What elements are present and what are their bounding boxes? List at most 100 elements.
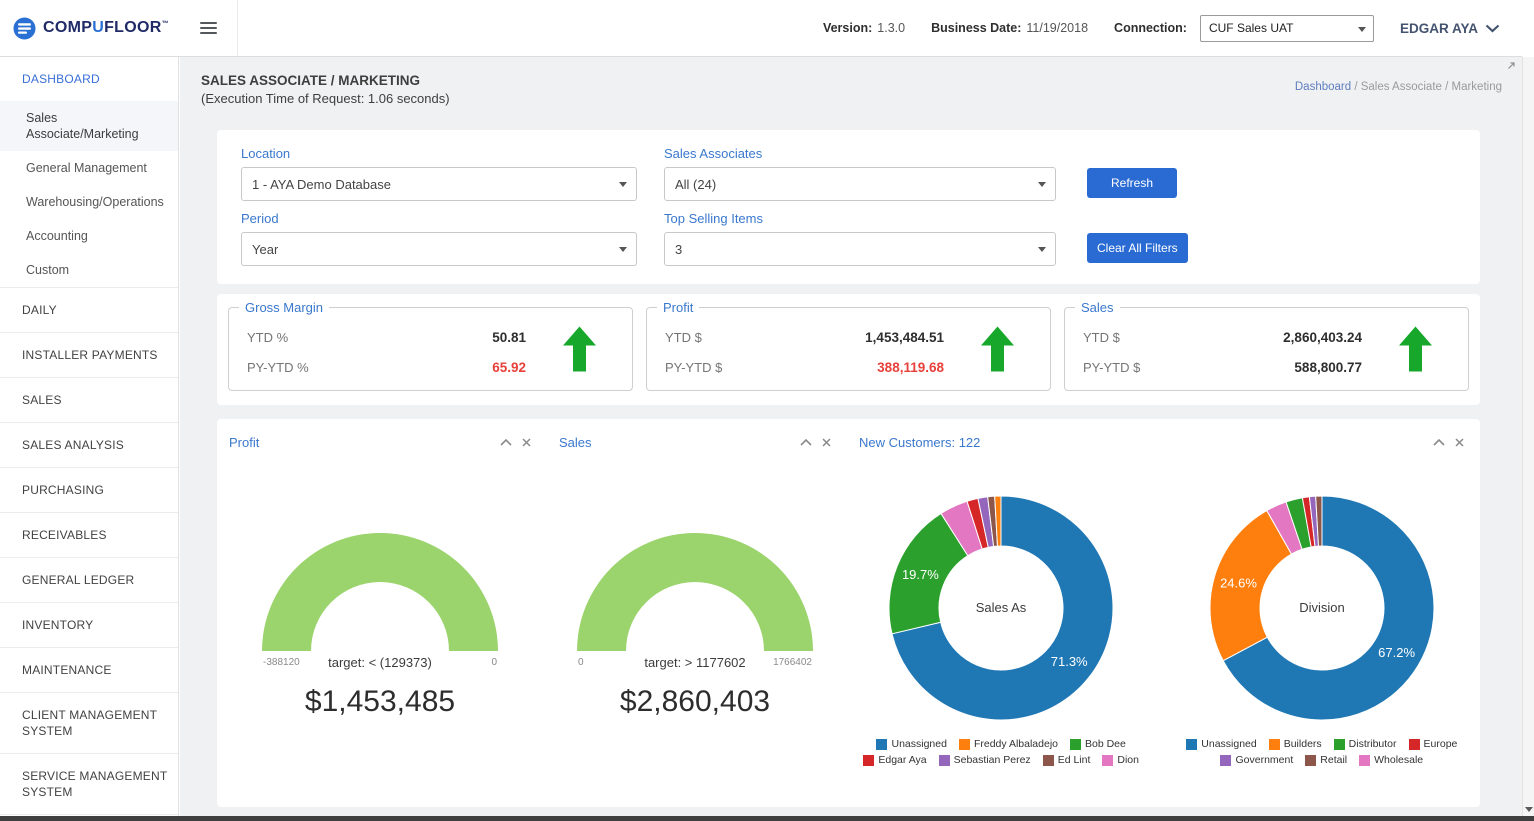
sidebar-item-daily[interactable]: DAILY <box>0 287 178 332</box>
donut-percent-label: 67.2% <box>1378 645 1415 660</box>
close-panel-icon[interactable] <box>822 438 831 447</box>
donut-center-label: Sales As <box>976 600 1027 615</box>
sidebar-item-accounting[interactable]: Accounting <box>0 219 178 253</box>
legend-swatch <box>1359 755 1370 766</box>
trend-up-arrow-icon <box>563 327 596 372</box>
location-selected-value: 1 - AYA Demo Database <box>252 177 391 192</box>
connection-selected-value: CUF Sales UAT <box>1209 21 1293 35</box>
kpi-title: Gross Margin <box>239 300 329 315</box>
legend-item-government[interactable]: Government <box>1220 754 1293 766</box>
kpi-title: Profit <box>657 300 699 315</box>
legend-item-retail[interactable]: Retail <box>1305 754 1347 766</box>
legend-item-unassigned[interactable]: Unassigned <box>1186 738 1256 750</box>
sidebar-item-client-management-system[interactable]: CLIENT MANAGEMENT SYSTEM <box>0 692 178 753</box>
legend-item-ed-lint[interactable]: Ed Lint <box>1043 754 1091 766</box>
legend-label: Europe <box>1424 738 1458 750</box>
scroll-down-button[interactable] <box>1523 802 1534 816</box>
collapse-panel-icon[interactable] <box>1433 439 1445 446</box>
sidebar-item-installer-payments[interactable]: INSTALLER PAYMENTS <box>0 332 178 377</box>
sidebar-item-general-ledger[interactable]: GENERAL LEDGER <box>0 557 178 602</box>
gauge-arc <box>570 526 820 653</box>
kpi-metric-row: PY-YTD $ 588,800.77 <box>1083 352 1450 382</box>
gauge-max-label: 1766402 <box>773 657 812 668</box>
legend-item-freddy-albaladejo[interactable]: Freddy Albaladejo <box>959 738 1058 750</box>
vertical-scrollbar[interactable] <box>1522 57 1534 816</box>
refresh-button[interactable]: Refresh <box>1087 168 1177 198</box>
legend-item-bob-dee[interactable]: Bob Dee <box>1070 738 1126 750</box>
legend-item-builders[interactable]: Builders <box>1269 738 1322 750</box>
legend-item-unassigned[interactable]: Unassigned <box>876 738 946 750</box>
sidebar: DASHBOARDSales Associate/MarketingGenera… <box>0 57 179 816</box>
sidebar-item-dashboard[interactable]: DASHBOARD <box>0 57 178 101</box>
breadcrumb: Dashboard / Sales Associate / Marketing <box>1295 81 1502 108</box>
trend-up-arrow-icon <box>1399 327 1432 372</box>
version-label: Version: <box>823 21 872 35</box>
connection-select[interactable]: CUF Sales UAT <box>1200 15 1374 42</box>
legend-label: Unassigned <box>891 738 946 750</box>
legend-item-distributor[interactable]: Distributor <box>1334 738 1397 750</box>
period-field: Period Year <box>241 211 637 266</box>
sidebar-item-service-management-system[interactable]: SERVICE MANAGEMENT SYSTEM <box>0 753 178 815</box>
legend-swatch <box>1305 755 1316 766</box>
kpi-metric-label: YTD $ <box>665 330 749 345</box>
sidebar-item-custom[interactable]: Custom <box>0 253 178 287</box>
user-menu[interactable]: EDGAR AYA <box>1400 21 1500 36</box>
division-legend: Unassigned Builders Distributor Europe Gover… <box>1180 738 1463 770</box>
sidebar-item-purchasing[interactable]: PURCHASING <box>0 467 178 512</box>
legend-swatch <box>1220 755 1231 766</box>
legend-item-europe[interactable]: Europe <box>1409 738 1458 750</box>
kpi-metric-row: YTD $ 1,453,484.51 <box>665 322 1032 352</box>
kpi-metric-label: PY-YTD $ <box>1083 360 1167 375</box>
clear-all-filters-button[interactable]: Clear All Filters <box>1087 233 1188 263</box>
donut-percent-label: 24.6% <box>1220 576 1257 591</box>
legend-item-edgar-aya[interactable]: Edgar Aya <box>863 754 926 766</box>
legend-label: Wholesale <box>1374 754 1423 766</box>
panel-title-profit: Profit <box>229 435 500 450</box>
page-header: SALES ASSOCIATE / MARKETING (Execution T… <box>180 57 1522 118</box>
legend-swatch <box>1269 739 1280 750</box>
period-select[interactable]: Year <box>241 232 637 266</box>
user-name: EDGAR AYA <box>1400 21 1478 36</box>
page-subtitle: (Execution Time of Request: 1.06 seconds… <box>201 90 450 108</box>
kpi-metric-row: PY-YTD $ 388,119.68 <box>665 352 1032 382</box>
sidebar-item-warehousing-operations[interactable]: Warehousing/Operations <box>0 185 178 219</box>
sidebar-item-sales-associate-marketing[interactable]: Sales Associate/Marketing <box>0 101 178 151</box>
legend-item-sebastian-perez[interactable]: Sebastian Perez <box>939 754 1031 766</box>
legend-label: Retail <box>1320 754 1347 766</box>
breadcrumb-current: Sales Associate / Marketing <box>1361 81 1502 93</box>
kpi-metric-label: PY-YTD $ <box>665 360 749 375</box>
division-donut-chart: Division 67.2%24.6% UnassignedBuildersDi… <box>1180 490 1464 770</box>
legend-swatch <box>1043 755 1054 766</box>
sidebar-item-general-management[interactable]: General Management <box>0 151 178 185</box>
sales-associates-select[interactable]: All (24) <box>664 167 1056 201</box>
sidebar-item-maintenance[interactable]: MAINTENANCE <box>0 647 178 692</box>
legend-swatch <box>939 755 950 766</box>
chevron-down-icon <box>1358 27 1366 32</box>
close-panel-icon[interactable] <box>522 438 531 447</box>
top-selling-items-select[interactable]: 3 <box>664 232 1056 266</box>
legend-swatch <box>876 739 887 750</box>
legend-item-dion[interactable]: Dion <box>1102 754 1139 766</box>
sidebar-nav: DASHBOARDSales Associate/MarketingGenera… <box>0 57 178 815</box>
close-panel-icon[interactable] <box>1455 438 1464 447</box>
legend-label: Freddy Albaladejo <box>974 738 1058 750</box>
donut-percent-label: 19.7% <box>902 567 939 582</box>
kpi-box-sales: Sales YTD $ 2,860,403.24 PY-YTD $ 588,80… <box>1064 307 1469 391</box>
sidebar-item-receivables[interactable]: RECEIVABLES <box>0 512 178 557</box>
sidebar-item-inventory[interactable]: INVENTORY <box>0 602 178 647</box>
sidebar-item-sales-analysis[interactable]: SALES ANALYSIS <box>0 422 178 467</box>
sidebar-item-sales[interactable]: SALES <box>0 377 178 422</box>
horizontal-scrollbar[interactable] <box>0 816 1534 821</box>
legend-item-wholesale[interactable]: Wholesale <box>1359 754 1423 766</box>
location-select[interactable]: 1 - AYA Demo Database <box>241 167 637 201</box>
charts-panel: Profit -388120 target: < (129373) 0 $1,4… <box>217 419 1480 807</box>
compufloor-logo-icon <box>13 17 36 40</box>
breadcrumb-link-dashboard[interactable]: Dashboard <box>1295 81 1351 93</box>
panel-title-new-customers: New Customers: 122 <box>859 435 1433 450</box>
collapse-panel-icon[interactable] <box>800 439 812 446</box>
legend-swatch <box>959 739 970 750</box>
kpi-metric-label: PY-YTD % <box>247 360 331 375</box>
collapse-panel-icon[interactable] <box>500 439 512 446</box>
chevron-down-icon <box>619 247 627 252</box>
hamburger-menu-icon[interactable] <box>200 22 217 34</box>
